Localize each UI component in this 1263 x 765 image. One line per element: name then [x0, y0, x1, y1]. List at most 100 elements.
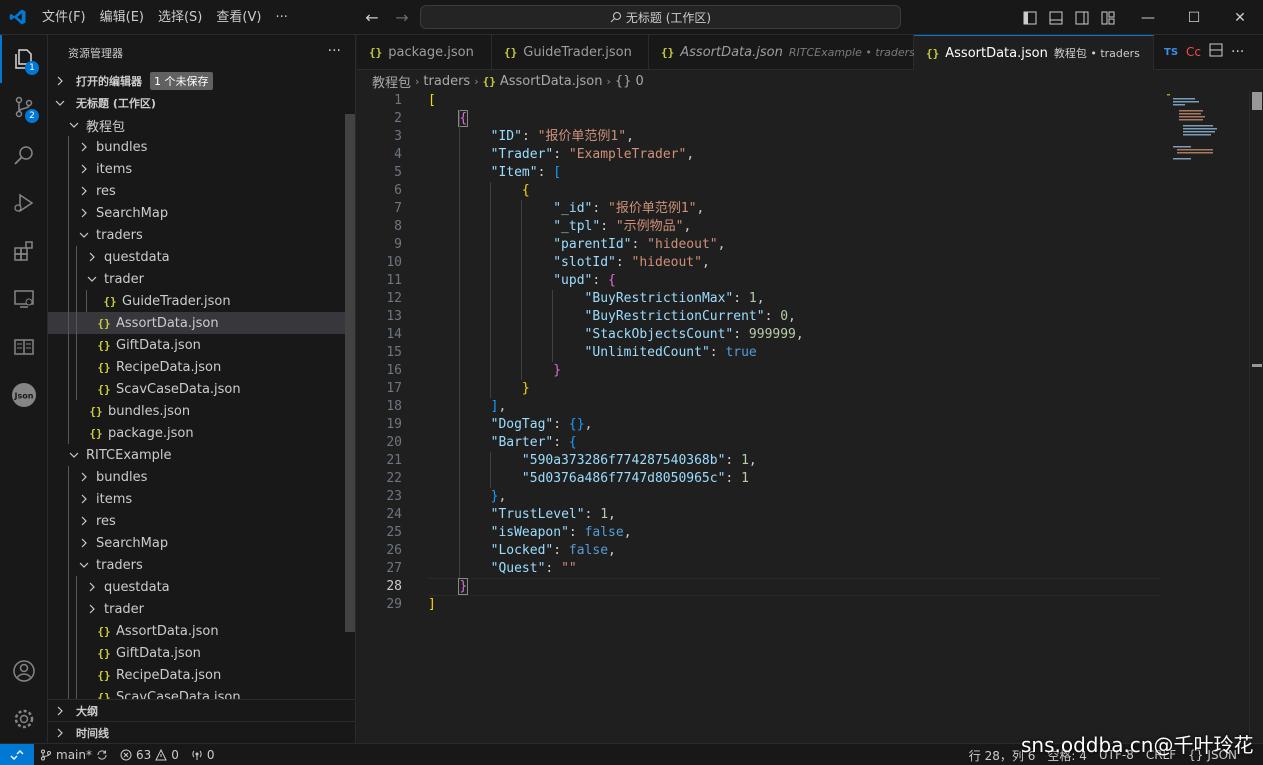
tree-folder-item[interactable]: bundles [48, 466, 355, 488]
code-token: : [733, 291, 749, 306]
tree-folder-item[interactable]: SearchMap [48, 202, 355, 224]
menu-selection[interactable]: 选择(S) [151, 0, 209, 35]
tree-folder-item[interactable]: 教程包 [48, 114, 355, 136]
code-token: , [788, 309, 796, 324]
tab-assortdata-ritc[interactable]: {} AssortData.json RITCExample • traders [649, 35, 915, 70]
tree-folder-item[interactable]: traders [48, 224, 355, 246]
code-token: , [498, 399, 507, 414]
back-arrow-icon[interactable]: ← [362, 8, 382, 27]
indent-guide [76, 290, 77, 312]
source-control-icon[interactable]: 2 [0, 83, 48, 131]
search-icon[interactable] [0, 131, 48, 179]
problems-indicator[interactable]: 63 0 [114, 744, 185, 765]
tree-folder-item[interactable]: items [48, 488, 355, 510]
explorer-icon[interactable]: 1 [0, 35, 48, 83]
outline-section[interactable]: 大纲 [48, 699, 355, 721]
tree-folder-item[interactable]: res [48, 510, 355, 532]
tree-folder-item[interactable]: trader [48, 268, 355, 290]
tree-folder-item[interactable]: SearchMap [48, 532, 355, 554]
tree-file-item[interactable]: {} GiftData.json [48, 642, 355, 664]
tree-folder-item[interactable]: questdata [48, 246, 355, 268]
tree-file-item[interactable]: {} bundles.json [48, 400, 355, 422]
tree-folder-item[interactable]: questdata [48, 576, 355, 598]
tree-file-item[interactable]: {} AssortData.json [48, 620, 355, 642]
tab-guidetrader-json[interactable]: {} GuideTrader.json [492, 35, 649, 70]
toggle-secondary-sidebar-icon[interactable] [1072, 8, 1092, 28]
tree-item-label: trader [104, 601, 145, 617]
editor-scrollbar[interactable] [1249, 92, 1263, 743]
workspace-section[interactable]: 无标题 (工作区) [48, 92, 355, 114]
unsaved-badge: 1 个未保存 [150, 72, 213, 90]
extensions-icon[interactable] [0, 227, 48, 275]
minimize-icon[interactable]: — [1125, 0, 1171, 35]
breadcrumb-item[interactable]: {} 0 [615, 74, 644, 89]
code-editor[interactable]: 1 2 3 4 5 6 7 8 9 10 11 12 13 14 15 16 17 18 19 20 21 22 23 24 2… [357, 92, 1263, 743]
tree-file-item[interactable]: {} ScavCaseData.json [48, 378, 355, 400]
code-line: "Quest": "" [428, 560, 804, 578]
code-token: "示例物品" [615, 219, 684, 234]
tree-folder-item[interactable]: traders [48, 554, 355, 576]
tree-file-item[interactable]: {} AssortData.json [48, 312, 355, 334]
tree-file-item[interactable]: {} GiftData.json [48, 334, 355, 356]
json-extension-icon[interactable]: Json [0, 371, 48, 419]
remote-indicator-icon[interactable] [0, 743, 34, 765]
tree-file-item[interactable]: {} RecipeData.json [48, 356, 355, 378]
line-number: 8 [394, 219, 402, 234]
tree-file-item[interactable]: {} GuideTrader.json [48, 290, 355, 312]
tree-folder-item[interactable]: RITCExample [48, 444, 355, 466]
tab-package-json[interactable]: {} package.json [357, 35, 492, 70]
editor-more-icon[interactable]: ··· [1231, 44, 1244, 60]
customize-layout-icon[interactable] [1098, 8, 1118, 28]
code-line: "Barter": { [428, 434, 804, 452]
tree-folder-item[interactable]: res [48, 180, 355, 202]
close-icon[interactable]: ✕ [1217, 0, 1263, 35]
menu-view[interactable]: 查看(V) [209, 0, 268, 35]
tree-item-label: res [96, 183, 116, 199]
menu-file[interactable]: 文件(F) [35, 0, 93, 35]
code-token: , [608, 507, 616, 522]
split-editor-icon[interactable] [1209, 43, 1223, 61]
sidebar-scrollbar[interactable] [345, 114, 355, 632]
tree-folder-item[interactable]: bundles [48, 136, 355, 158]
settings-gear-icon[interactable] [0, 695, 48, 743]
code-line: } [428, 578, 804, 596]
tab-description: RITCExample • traders [788, 46, 915, 59]
toggle-primary-sidebar-icon[interactable] [1020, 8, 1040, 28]
code-line: } [428, 362, 804, 380]
ts-icon[interactable]: TS [1164, 47, 1178, 58]
cc-icon[interactable]: Cc [1186, 45, 1201, 59]
breadcrumb-item[interactable]: traders [423, 74, 470, 89]
timeline-section[interactable]: 时间线 [48, 721, 355, 743]
code-token: : [764, 309, 781, 324]
book-icon[interactable] [0, 323, 48, 371]
tab-assortdata-active[interactable]: {} AssortData.json 教程包 • traders [914, 35, 1154, 70]
code-line: "DogTag": {}, [428, 416, 804, 434]
account-icon[interactable] [0, 647, 48, 695]
open-editors-section[interactable]: 打开的编辑器 1 个未保存 [48, 70, 355, 92]
tree-file-item[interactable]: {} package.json [48, 422, 355, 444]
remote-explorer-icon[interactable] [0, 275, 48, 323]
forward-arrow-icon[interactable]: → [392, 8, 412, 27]
sidebar-more-icon[interactable]: ··· [328, 43, 341, 59]
code-area[interactable]: [ { "ID": "报价单范例1", "Trader": "ExampleTr… [428, 92, 804, 614]
menu-edit[interactable]: 编辑(E) [93, 0, 151, 35]
breadcrumb-item[interactable]: AssortData.json [500, 74, 603, 89]
code-token: "hideout" [631, 255, 702, 270]
tree-file-item[interactable]: {} RecipeData.json [48, 664, 355, 686]
command-center[interactable]: 无标题 (工作区) [420, 5, 901, 29]
indent-guide [68, 290, 69, 312]
branch-indicator[interactable]: main* [34, 744, 114, 765]
tree-folder-item[interactable]: items [48, 158, 355, 180]
toggle-panel-icon[interactable] [1046, 8, 1066, 28]
run-debug-icon[interactable] [0, 179, 48, 227]
code-line: { [428, 182, 804, 200]
minimap[interactable] [1165, 92, 1245, 162]
ports-indicator[interactable]: 0 [185, 744, 221, 765]
indent-guide [68, 202, 69, 224]
breadcrumb-item[interactable]: 教程包 [372, 72, 411, 91]
sync-icon[interactable] [96, 749, 108, 761]
tab-description: 教程包 • traders [1053, 47, 1140, 60]
menu-more-icon[interactable]: ··· [268, 0, 294, 35]
maximize-icon[interactable]: ☐ [1171, 0, 1217, 35]
tree-folder-item[interactable]: trader [48, 598, 355, 620]
